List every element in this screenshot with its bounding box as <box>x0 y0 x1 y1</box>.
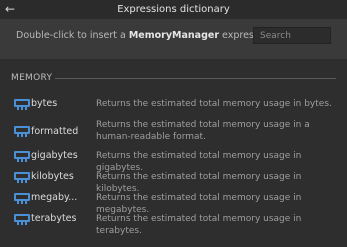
memory-chip-icon <box>14 172 30 183</box>
expression-row[interactable]: terabytes Returns the estimated total mem… <box>0 213 347 236</box>
expression-row[interactable]: formatted Returns the estimated total mem… <box>0 119 347 147</box>
expression-description: Returns the estimated total memory usage… <box>96 120 310 142</box>
expression-name: formatted <box>31 126 79 137</box>
expression-row[interactable]: kilobytes Returns the estimated total mem… <box>0 171 347 194</box>
expression-row[interactable]: bytes Returns the estimated total memory … <box>0 98 347 114</box>
expression-name: bytes <box>31 98 58 109</box>
hint-prefix: Double-click to insert a <box>16 30 129 41</box>
section-divider <box>55 78 336 79</box>
window-title: Expressions dictionary <box>117 4 230 15</box>
expression-name: gigabytes <box>31 150 78 161</box>
expression-description: Returns the estimated total memory usage… <box>96 214 302 236</box>
memory-chip-icon <box>14 151 30 162</box>
expression-name: megaby... <box>31 192 78 203</box>
memory-chip-icon <box>14 193 30 204</box>
insert-hint: Double-click to insert a MemoryManager e… <box>16 30 273 41</box>
expression-row[interactable]: megaby... Returns the estimated total mem… <box>0 192 347 215</box>
section-title: MEMORY <box>11 73 53 83</box>
title-bar: ← Expressions dictionary <box>0 0 347 19</box>
memory-chip-icon <box>14 214 30 225</box>
hint-class-name: MemoryManager <box>128 30 220 41</box>
memory-chip-icon <box>14 99 30 110</box>
memory-chip-icon <box>14 126 30 137</box>
expression-name: kilobytes <box>31 171 74 182</box>
expression-row[interactable]: gigabytes Returns the estimated total mem… <box>0 150 347 173</box>
search-input[interactable] <box>253 27 331 44</box>
expression-name: terabytes <box>31 213 77 224</box>
expression-description: Returns the estimated total memory usage… <box>96 99 332 109</box>
